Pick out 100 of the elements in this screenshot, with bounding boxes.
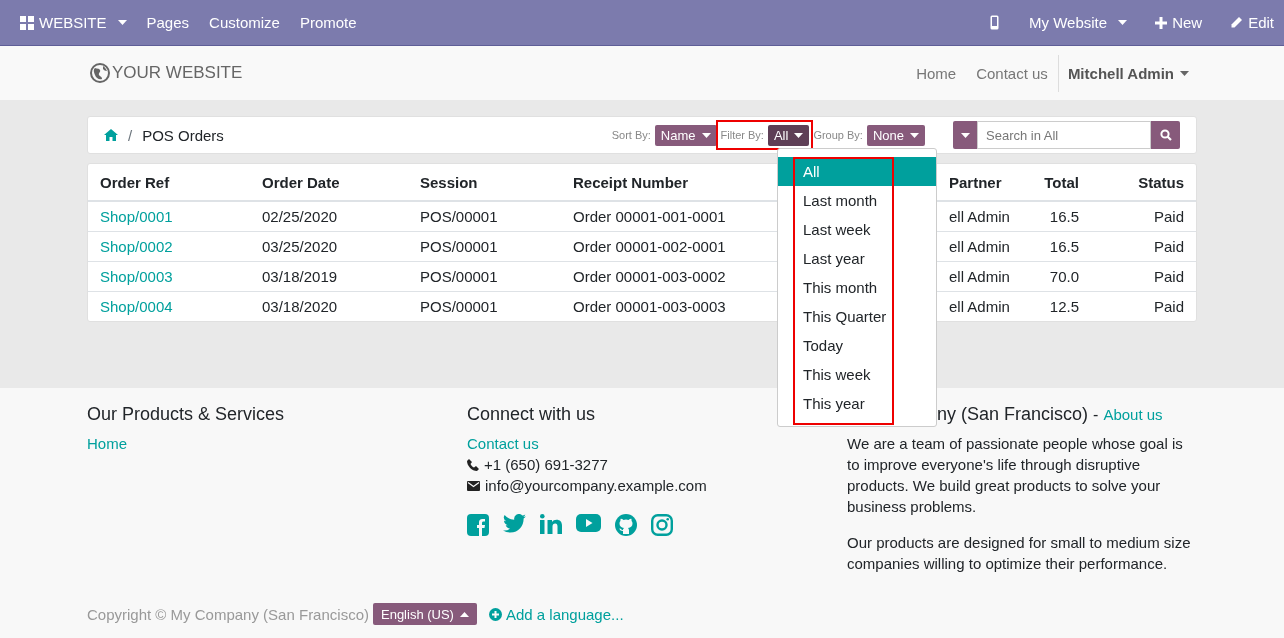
table-cell: POS/00001 [420, 297, 498, 315]
column-header: Status [1079, 164, 1196, 201]
envelope-icon [467, 480, 480, 491]
table-cell: Order 00001-001-0001 [573, 207, 726, 225]
youtube-icon[interactable] [576, 514, 601, 532]
table-cell: ell Admin [949, 207, 1010, 225]
column-header: Order Date [250, 164, 408, 201]
order-link[interactable]: Shop/0003 [100, 267, 173, 285]
linkedin-icon[interactable] [540, 514, 562, 534]
caret-icon [794, 132, 804, 138]
website-menu[interactable]: My Website [1019, 14, 1138, 31]
grid-icon [20, 15, 34, 30]
nav-link[interactable]: Contact us [966, 64, 1058, 82]
footer-link[interactable]: About us [1103, 406, 1163, 423]
caret-icon [910, 132, 919, 138]
caret-icon [1180, 70, 1189, 76]
order-link[interactable]: Shop/0002 [100, 237, 173, 255]
table-cell: 16.5 [1049, 207, 1079, 225]
filter-option[interactable]: All [778, 157, 936, 186]
filter-option[interactable]: This Quarter [778, 302, 936, 331]
column-header: Session [408, 164, 561, 201]
email-address: info@yourcompany.example.com [485, 476, 707, 496]
phone-icon [990, 15, 1000, 30]
table-cell: Order 00001-003-0003 [573, 297, 726, 315]
copyright-text: Copyright © My Company (San Francisco) [87, 605, 369, 623]
add-language-link[interactable]: Add a language... [488, 605, 624, 623]
table-cell: Paid [1153, 267, 1184, 285]
top-menu-item[interactable]: Pages [136, 14, 200, 31]
caret-icon [1118, 20, 1128, 25]
table-cell: ell Admin [949, 267, 1010, 285]
top-menu-item[interactable]: Promote [289, 14, 367, 31]
order-link[interactable]: Shop/0004 [100, 297, 173, 315]
column-header: Total [1017, 164, 1079, 201]
table-cell: Order 00001-003-0002 [573, 267, 726, 285]
breadcrumb-separator: / [128, 126, 133, 144]
about-text: Our products are designed for small to medium size companies willing to optimize their performance. [847, 533, 1192, 574]
dropdown-button[interactable]: Name [654, 124, 717, 146]
globe-icon [90, 63, 110, 83]
caret-icon [117, 20, 127, 25]
table-cell: POS/00001 [420, 267, 498, 285]
phone-number: +1 (650) 691-3277 [484, 455, 608, 475]
filter-option[interactable]: Last week [778, 215, 936, 244]
github-icon[interactable] [615, 514, 637, 536]
dropdown-button[interactable]: All [767, 124, 810, 146]
control-label: Filter By: [720, 129, 764, 141]
app-menu[interactable]: WEBSITE [10, 14, 137, 31]
table-cell: 03/18/2019 [262, 267, 338, 285]
twitter-icon[interactable] [503, 514, 526, 533]
instagram-icon[interactable] [651, 514, 673, 536]
search-button[interactable] [1151, 121, 1180, 149]
filter-option[interactable]: Today [778, 331, 936, 360]
table-cell: Paid [1153, 207, 1184, 225]
table-cell: 16.5 [1049, 237, 1079, 255]
plus-icon [1155, 16, 1168, 29]
footer-link[interactable]: Home [87, 435, 127, 452]
table-cell: Paid [1153, 297, 1184, 315]
table-cell: 03/18/2020 [262, 297, 338, 315]
filter-option[interactable]: This week [778, 360, 936, 389]
facebook-icon[interactable] [467, 514, 489, 536]
home-icon[interactable] [104, 129, 118, 141]
table-cell: POS/00001 [420, 207, 498, 225]
user-menu[interactable]: Mitchell Admin [1057, 54, 1189, 92]
table-cell: Order 00001-002-0001 [573, 237, 726, 255]
table-cell: 70.0 [1049, 267, 1079, 285]
filter-option[interactable]: This year [778, 389, 936, 418]
table-cell: ell Admin [949, 297, 1010, 315]
phone-icon [467, 458, 479, 471]
footer-link[interactable]: Contact us [467, 435, 539, 452]
caret-icon [701, 132, 711, 138]
breadcrumb-current: POS Orders [142, 126, 224, 144]
search-icon [1159, 129, 1172, 141]
table-cell: 03/25/2020 [262, 237, 338, 255]
search-field[interactable]: Search in All [977, 121, 1151, 149]
table-cell: POS/00001 [420, 237, 498, 255]
caret-icon [960, 132, 970, 138]
footer-heading: ny (San Francisco) [937, 404, 1089, 425]
search-options-button[interactable] [953, 121, 977, 149]
table-cell: 02/25/2020 [262, 207, 338, 225]
control-label: Group By: [813, 129, 863, 141]
table-cell: Paid [1153, 237, 1184, 255]
edit-button[interactable]: Edit [1212, 14, 1284, 31]
nav-link[interactable]: Home [906, 64, 967, 82]
caret-icon [459, 611, 469, 617]
filter-option[interactable]: Last year [778, 244, 936, 273]
filter-option[interactable]: This month [778, 273, 936, 302]
pencil-icon [1230, 16, 1244, 29]
new-button[interactable]: New [1137, 14, 1213, 31]
site-logo[interactable]: YOUR WEBSITE [90, 63, 243, 83]
control-label: Sort By: [611, 129, 651, 141]
plus-circle-icon [488, 607, 502, 621]
column-header: Order Ref [88, 164, 250, 201]
table-cell: ell Admin [949, 237, 1010, 255]
language-selector[interactable]: English (US) [373, 603, 477, 625]
table-cell: 12.5 [1049, 297, 1079, 315]
heading-separator: - [1093, 406, 1099, 424]
footer-heading: Our Products & Services [87, 404, 286, 425]
top-menu-item[interactable]: Customize [199, 14, 290, 31]
about-text: We are a team of passionate people whose goal is to improve everyone's life through disruptive products. We build great products to solve your business problems. [847, 434, 1184, 517]
order-link[interactable]: Shop/0001 [100, 207, 173, 225]
dropdown-button[interactable]: None [866, 124, 925, 146]
